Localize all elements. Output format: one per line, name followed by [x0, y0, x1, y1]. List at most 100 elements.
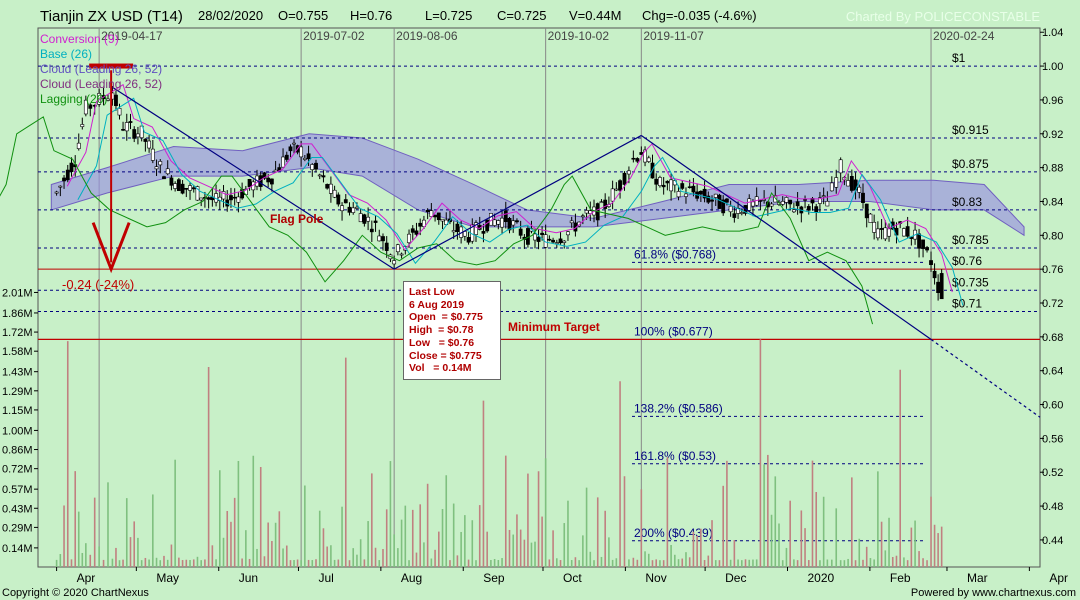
- candle-body: [373, 220, 378, 223]
- volume-tick-label: 1.86M: [2, 308, 33, 320]
- legend-item-conversion: Conversion (9): [40, 32, 119, 46]
- candle-body: [627, 170, 631, 175]
- candle-body: [65, 169, 70, 181]
- price-level-label: $0.875: [952, 157, 989, 171]
- candle-body: [925, 247, 929, 251]
- candle-body: [173, 183, 178, 189]
- price-tick-label: 0.80: [1042, 230, 1063, 242]
- candle-body: [284, 154, 289, 160]
- footer-powered: Powered by www.chartnexus.com: [910, 587, 1076, 599]
- candle-body: [569, 220, 574, 224]
- candle-body: [281, 156, 285, 168]
- month-label: Mar: [967, 571, 988, 585]
- candle-body: [747, 198, 752, 211]
- candle-body: [76, 142, 81, 149]
- candle-body: [150, 148, 155, 161]
- header-change: Chg=-0.035 (-4.6%): [642, 8, 757, 23]
- volume-tick-label: 1.29M: [2, 386, 33, 398]
- month-label: May: [156, 571, 179, 585]
- candle-body: [206, 197, 211, 200]
- candle-body: [879, 228, 884, 230]
- candle-body: [455, 223, 460, 232]
- price-tick-label: 0.76: [1042, 264, 1063, 276]
- volume-tick-label: 1.58M: [2, 346, 33, 358]
- month-label: Feb: [890, 571, 911, 585]
- candle-body: [124, 122, 129, 132]
- candle-body: [864, 203, 869, 219]
- candle-body: [332, 189, 337, 198]
- infobox-date: 6 Aug 2019: [409, 298, 465, 311]
- candle-body: [362, 214, 367, 224]
- chart-title: Tianjin ZX USD (T14): [40, 8, 183, 25]
- candle-body: [176, 179, 181, 191]
- candle-body: [69, 162, 74, 173]
- candle-body: [269, 178, 274, 185]
- date-marker-label: 2019-11-07: [643, 29, 704, 43]
- price-tick-label: 0.84: [1042, 196, 1063, 208]
- candle-body: [169, 177, 174, 186]
- month-label: Nov: [645, 571, 666, 585]
- month-label: Jun: [239, 571, 258, 585]
- volume-tick-label: 1.00M: [2, 425, 33, 437]
- candle-body: [635, 158, 640, 162]
- drop-label: -0.24 (-24%): [62, 277, 135, 292]
- candle-body: [691, 185, 696, 193]
- candle-body: [80, 124, 85, 127]
- candle-body: [857, 186, 862, 193]
- header-close: C=0.725: [497, 8, 547, 23]
- candle-body: [717, 194, 722, 209]
- candle-body: [821, 195, 826, 198]
- legend-item-cloud-b: Cloud (Leading 26, 52): [40, 77, 163, 91]
- candle-body: [758, 200, 763, 202]
- candle-body: [321, 175, 326, 178]
- candle-body: [631, 157, 636, 160]
- candle-body: [849, 176, 854, 191]
- volume-tick-label: 1.72M: [2, 327, 33, 339]
- candle-body: [54, 191, 59, 194]
- candle-body: [887, 228, 891, 237]
- candle-body: [540, 232, 545, 235]
- last-low-infobox: Last Low 6 Aug 2019 Open = $0.775 High =…: [403, 281, 501, 380]
- price-tick-label: 0.92: [1042, 129, 1063, 141]
- candle-body: [117, 107, 122, 116]
- candle-body: [533, 233, 537, 241]
- candle-body: [515, 220, 519, 223]
- candle-body: [507, 218, 512, 231]
- candle-body: [440, 218, 445, 222]
- candle-body: [199, 197, 204, 201]
- candle-body: [340, 205, 344, 212]
- candle-body: [451, 230, 456, 233]
- price-tick-label: 1.00: [1042, 61, 1063, 73]
- volume-tick-label: 1.15M: [2, 405, 33, 417]
- candle-body: [939, 273, 944, 300]
- price-level-label: $0.76: [952, 254, 982, 268]
- candle-body: [369, 228, 374, 233]
- month-label: 2020: [808, 571, 835, 585]
- candle-body: [710, 199, 714, 202]
- date-marker-label: 2019-08-06: [396, 29, 458, 43]
- price-tick-label: 1.04: [1042, 27, 1063, 39]
- month-label: Jul: [318, 571, 333, 585]
- candle-body: [317, 174, 322, 177]
- candle-body: [795, 201, 800, 207]
- candle-body: [580, 215, 585, 218]
- candle-body: [599, 201, 604, 204]
- candle-body: [676, 191, 681, 198]
- candle-body: [610, 188, 615, 202]
- candle-body: [377, 235, 382, 242]
- candle-body: [351, 207, 356, 213]
- candle-body: [905, 226, 910, 237]
- candle-body: [433, 214, 437, 218]
- candle-body: [665, 180, 670, 184]
- candle-body: [536, 236, 541, 242]
- legend: Conversion (9) Base (26) Cloud (Leading …: [40, 32, 162, 107]
- candle-body: [154, 166, 159, 170]
- candle-body: [554, 242, 559, 244]
- candle-body: [684, 193, 688, 197]
- fib-level-label: 138.2% ($0.586): [634, 401, 723, 415]
- candle-body: [669, 179, 673, 192]
- candle-body: [936, 281, 941, 294]
- candle-body: [481, 231, 486, 234]
- candle-body: [566, 231, 570, 236]
- candle-body: [128, 121, 133, 123]
